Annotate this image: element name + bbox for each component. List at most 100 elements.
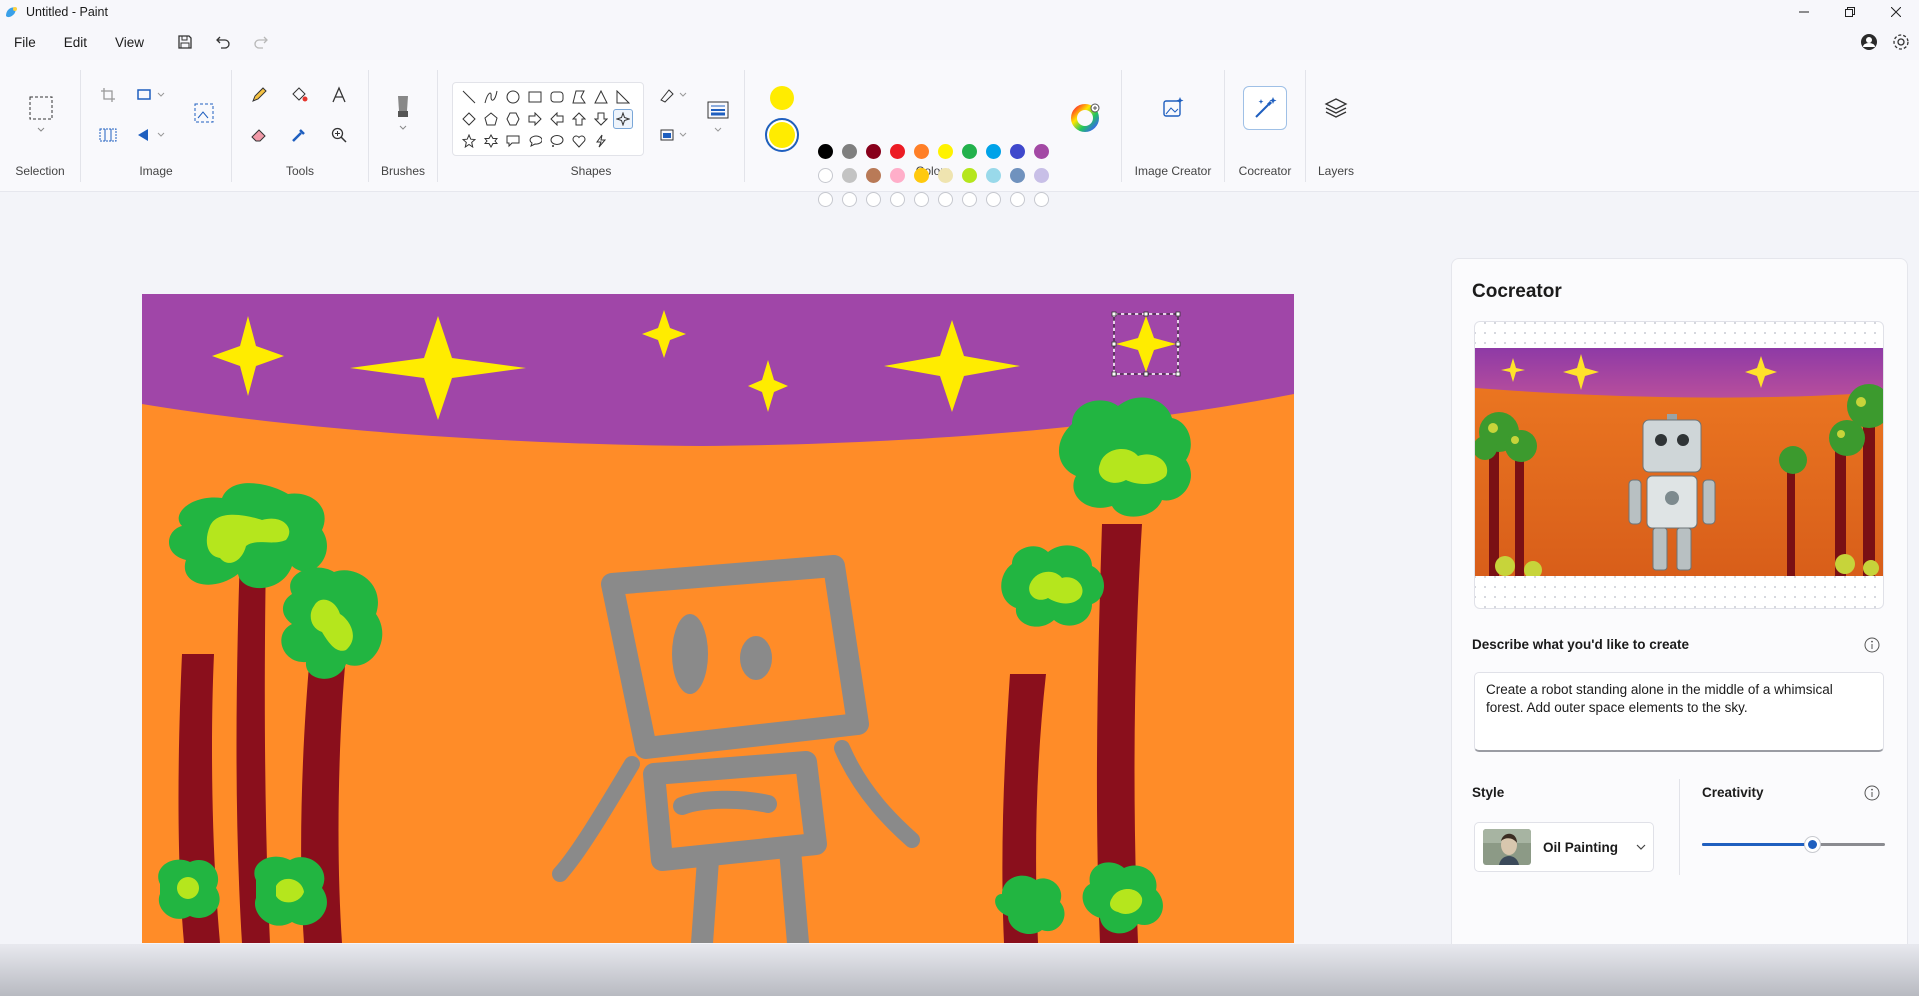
restore-button[interactable] (1827, 0, 1873, 24)
style-dropdown[interactable]: Oil Painting (1474, 822, 1654, 872)
remove-background-button[interactable] (189, 98, 219, 128)
color-swatch[interactable] (890, 168, 905, 183)
custom-color-slot[interactable] (842, 192, 857, 207)
gear-icon (1893, 34, 1909, 50)
select-all-button[interactable] (93, 120, 123, 150)
color-swatch[interactable] (890, 144, 905, 159)
magnifier-tool[interactable] (324, 120, 354, 150)
shape-up-arrow[interactable] (569, 109, 589, 129)
fill-button[interactable] (656, 120, 692, 150)
prompt-input[interactable]: Create a robot standing alone in the mid… (1474, 672, 1884, 752)
color-swatch[interactable] (818, 168, 833, 183)
shape-right-triangle[interactable] (613, 87, 633, 107)
color-swatch[interactable] (842, 168, 857, 183)
layers-button[interactable] (1314, 86, 1358, 130)
custom-color-slot[interactable] (914, 192, 929, 207)
shape-heart[interactable] (569, 131, 589, 151)
menu-view[interactable]: View (101, 24, 158, 60)
eraser-tool[interactable] (244, 120, 274, 150)
grid-select-icon (99, 128, 117, 142)
shape-rectangle[interactable] (525, 87, 545, 107)
close-icon (1891, 7, 1901, 17)
shape-oval-callout[interactable] (525, 131, 545, 151)
color-swatch[interactable] (962, 168, 977, 183)
color-swatch[interactable] (938, 144, 953, 159)
color-picker-tool[interactable] (284, 120, 314, 150)
custom-color-slot[interactable] (1034, 192, 1049, 207)
color-swatch[interactable] (842, 144, 857, 159)
resize-button[interactable] (131, 80, 171, 110)
color-swatch[interactable] (986, 168, 1001, 183)
shape-hexagon[interactable] (503, 109, 523, 129)
generated-image-preview[interactable] (1474, 321, 1884, 609)
color-swatch[interactable] (1034, 144, 1049, 159)
color-swatch[interactable] (986, 144, 1001, 159)
shape-polygon[interactable] (569, 87, 589, 107)
account-button[interactable] (1859, 32, 1879, 52)
shape-four-point-star[interactable] (613, 109, 633, 129)
color-swatch[interactable] (1034, 168, 1049, 183)
custom-color-slot[interactable] (986, 192, 1001, 207)
custom-color-slot[interactable] (962, 192, 977, 207)
right-triangle-icon (616, 90, 630, 104)
save-button[interactable] (166, 24, 204, 60)
rotate-button[interactable] (131, 120, 171, 150)
color-swatch[interactable] (914, 144, 929, 159)
undo-button[interactable] (204, 24, 242, 60)
shape-left-arrow[interactable] (547, 109, 567, 129)
text-tool[interactable] (324, 80, 354, 110)
shape-rounded-rectangle[interactable] (547, 87, 567, 107)
image-creator-button[interactable] (1151, 86, 1195, 130)
minimize-button[interactable] (1781, 0, 1827, 24)
outline-button[interactable] (656, 80, 692, 110)
redo-button[interactable] (242, 24, 280, 60)
custom-color-slot[interactable] (818, 192, 833, 207)
custom-color-slot[interactable] (938, 192, 953, 207)
shape-triangle[interactable] (591, 87, 611, 107)
color-swatch[interactable] (866, 144, 881, 159)
color-swatch[interactable] (1010, 144, 1025, 159)
close-button[interactable] (1873, 0, 1919, 24)
cocreator-button[interactable] (1243, 86, 1287, 130)
crop-button[interactable] (93, 80, 123, 110)
custom-color-slot[interactable] (890, 192, 905, 207)
shape-cloud-callout[interactable] (547, 131, 567, 151)
layers-label: Layers (1317, 164, 1355, 178)
menu-edit[interactable]: Edit (50, 24, 101, 60)
shape-pentagon[interactable] (481, 109, 501, 129)
creativity-info-icon[interactable] (1864, 785, 1880, 801)
edit-colors-button[interactable] (1069, 100, 1103, 134)
drawing-canvas[interactable] (142, 294, 1294, 943)
color-swatch[interactable] (962, 144, 977, 159)
settings-button[interactable] (1891, 32, 1911, 52)
selection-tool[interactable] (25, 90, 57, 140)
creativity-slider[interactable] (1702, 834, 1885, 854)
color-swatch[interactable] (866, 168, 881, 183)
shape-lightning[interactable] (591, 131, 611, 151)
menu-file[interactable]: File (0, 24, 50, 60)
slider-fill (1702, 843, 1812, 846)
shape-curve[interactable] (481, 87, 501, 107)
primary-color[interactable] (770, 86, 794, 110)
shape-right-arrow[interactable] (525, 109, 545, 129)
info-icon[interactable] (1864, 637, 1880, 653)
brushes-button[interactable] (388, 90, 418, 140)
slider-thumb[interactable] (1803, 836, 1821, 853)
color-swatch[interactable] (938, 168, 953, 183)
color-swatch[interactable] (914, 168, 929, 183)
secondary-color[interactable] (765, 118, 799, 152)
custom-color-slot[interactable] (1010, 192, 1025, 207)
custom-color-slot[interactable] (866, 192, 881, 207)
shape-down-arrow[interactable] (591, 109, 611, 129)
shape-five-point-star[interactable] (459, 131, 479, 151)
pencil-tool[interactable] (244, 80, 274, 110)
size-button[interactable] (700, 96, 736, 140)
shape-six-point-star[interactable] (481, 131, 501, 151)
shape-oval[interactable] (503, 87, 523, 107)
shape-rect-callout[interactable] (503, 131, 523, 151)
shape-diamond[interactable] (459, 109, 479, 129)
fill-tool[interactable] (284, 80, 314, 110)
color-swatch[interactable] (818, 144, 833, 159)
shape-line[interactable] (459, 87, 479, 107)
color-swatch[interactable] (1010, 168, 1025, 183)
